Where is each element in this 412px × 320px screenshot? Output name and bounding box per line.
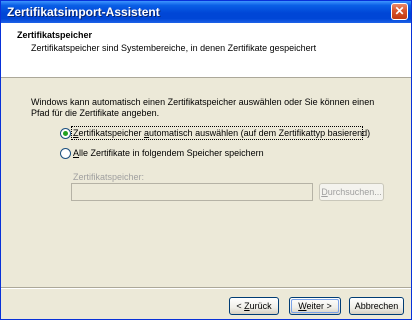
window-title: Zertifikatsimport-Assistent bbox=[7, 5, 160, 19]
intro-text: Windows kann automatisch einen Zertifika… bbox=[31, 97, 375, 118]
store-field-label: Zertifikatspeicher: bbox=[73, 172, 145, 182]
title-bar[interactable]: Zertifikatsimport-Assistent ✕ bbox=[1, 1, 411, 23]
browse-button: Durchsuchen... bbox=[319, 183, 384, 201]
footer-separator bbox=[1, 287, 411, 289]
auto-store-radio[interactable] bbox=[60, 128, 71, 139]
manual-store-option-label[interactable]: Alle Zertifikate in folgendem Speicher s… bbox=[73, 148, 264, 158]
page-description: Zertifikatspeicher sind Systembereiche, … bbox=[31, 43, 317, 53]
store-input bbox=[71, 183, 313, 201]
radio-selected-dot bbox=[63, 131, 68, 136]
cancel-button[interactable]: Abbrechen bbox=[349, 297, 404, 315]
wizard-window: Zertifikatsimport-Assistent ✕ Zertifikat… bbox=[0, 0, 412, 320]
close-button[interactable]: ✕ bbox=[391, 3, 408, 20]
page-title: Zertifikatspeicher bbox=[17, 30, 93, 40]
wizard-header: Zertifikatspeicher Zertifikatspeicher si… bbox=[1, 23, 411, 78]
next-button[interactable]: Weiter > bbox=[289, 297, 341, 315]
manual-store-radio[interactable] bbox=[60, 148, 71, 159]
auto-store-option-label[interactable]: Zertifikatspeicher automatisch auswählen… bbox=[73, 128, 370, 138]
back-button[interactable]: < Zurück bbox=[229, 297, 279, 315]
close-icon: ✕ bbox=[394, 4, 405, 18]
